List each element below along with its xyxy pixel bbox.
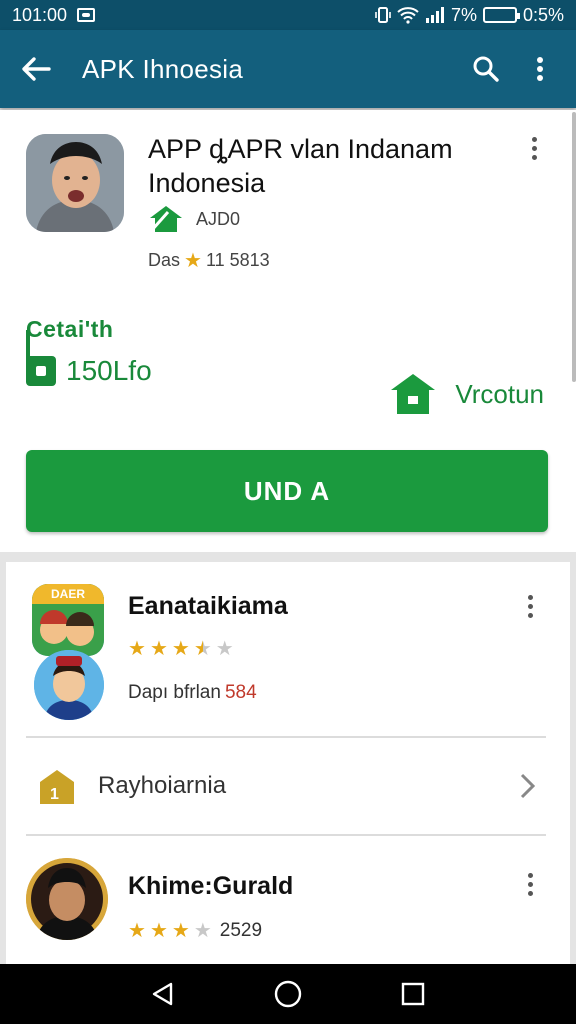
related-apps-list: DAER Eanataikiama ★ ★ ★ ★ ★ Dapı bfrlan …: [6, 562, 570, 964]
rating-count: 11 5813: [205, 250, 270, 270]
thumb-caption: DAER: [50, 587, 85, 601]
house-icon: 1: [40, 770, 74, 804]
status-time: 101:00: [12, 4, 68, 25]
wifi-icon: [397, 7, 419, 24]
app-thumb-avatar: [34, 650, 104, 720]
star-half-icon: ★: [193, 638, 212, 660]
svg-text:1: 1: [50, 786, 59, 803]
house-icon: [150, 206, 182, 232]
developer-row: AJD0: [148, 204, 240, 234]
version-label: Vrcotun: [455, 378, 544, 409]
list-item[interactable]: Khime:Gurald ★ ★ ★ ★ 2529: [6, 836, 570, 964]
star-icon: ★: [171, 920, 190, 942]
item-sub-prefix: Dapı bfrlan: [128, 682, 221, 703]
version-row: Vrcotun: [389, 372, 544, 416]
system-nav-bar: [0, 964, 576, 1024]
star-icon: ★: [171, 638, 190, 660]
star-icon: ★: [128, 920, 146, 942]
item-more-icon[interactable]: [520, 868, 540, 900]
nav-back-icon[interactable]: [143, 974, 183, 1014]
developer-name[interactable]: AJD0: [196, 209, 240, 230]
toolbar-title: APK Ihnoesia: [82, 53, 244, 84]
install-button[interactable]: UND A: [26, 450, 548, 532]
vibrate-icon: [375, 7, 391, 23]
star-icon: ★: [149, 638, 168, 660]
app-title: APP ȡAPR vlan Indanam Indonesia: [148, 134, 453, 198]
rating-row: Das ★ 11 5813: [148, 248, 270, 273]
list-item[interactable]: 1 Rayhoiarnia: [6, 738, 570, 834]
status-clock-right: 0:5%: [522, 4, 564, 25]
back-arrow-icon[interactable]: [16, 49, 56, 89]
more-vert-icon[interactable]: [520, 49, 560, 89]
star-empty-icon: ★: [193, 920, 212, 942]
app-detail-card: APP ȡAPR vlan Indanam Indonesia AJD0 Das…: [0, 110, 576, 552]
detail-frame: [26, 330, 40, 380]
star-icon: ★: [149, 920, 168, 942]
app-more-icon[interactable]: [524, 132, 544, 164]
chevron-right-icon[interactable]: [518, 772, 538, 800]
nav-recents-icon[interactable]: [393, 974, 433, 1014]
detail-value-row: 150Lfo: [26, 355, 152, 387]
item-more-icon[interactable]: [520, 590, 540, 622]
signal-icon: [425, 7, 444, 23]
detail-value: 150Lfo: [66, 355, 152, 386]
item-sub-value: 584: [224, 682, 257, 703]
item-title: Rayhoiarnia: [98, 772, 227, 799]
star-empty-icon: ★: [215, 638, 234, 660]
search-icon[interactable]: [466, 49, 506, 89]
item-subtitle: Dapı bfrlan 584: [128, 682, 257, 704]
scrollbar[interactable]: [572, 112, 576, 382]
detail-box: Cetai'th 150Lfo: [26, 316, 152, 387]
item-stars: ★ ★ ★ ★ ★: [128, 636, 234, 661]
house-icon: [391, 374, 436, 414]
battery-percent: 7%: [450, 4, 477, 25]
app-thumb: DAER: [32, 584, 104, 656]
list-item[interactable]: DAER Eanataikiama ★ ★ ★ ★ ★ Dapı bfrlan …: [6, 562, 570, 736]
status-bar: 101:00 7% 0:5%: [0, 0, 576, 30]
item-title: Khime:Gurald: [128, 872, 294, 900]
item-rating: ★ ★ ★ ★ 2529: [128, 918, 262, 943]
item-title: Eanataikiama: [128, 592, 288, 620]
app-toolbar: APK Ihnoesia: [0, 30, 576, 108]
battery-icon: [482, 7, 520, 23]
star-icon: ★: [128, 638, 146, 660]
nav-home-icon[interactable]: [268, 974, 308, 1014]
app-thumb-avatar: [26, 858, 108, 940]
app-icon[interactable]: [26, 134, 124, 232]
item-rating-count: 2529: [219, 919, 263, 941]
rating-prefix: Das: [148, 250, 181, 270]
detail-label: Cetai'th: [26, 316, 114, 342]
star-icon: ★: [184, 250, 202, 272]
message-icon: [77, 8, 96, 22]
